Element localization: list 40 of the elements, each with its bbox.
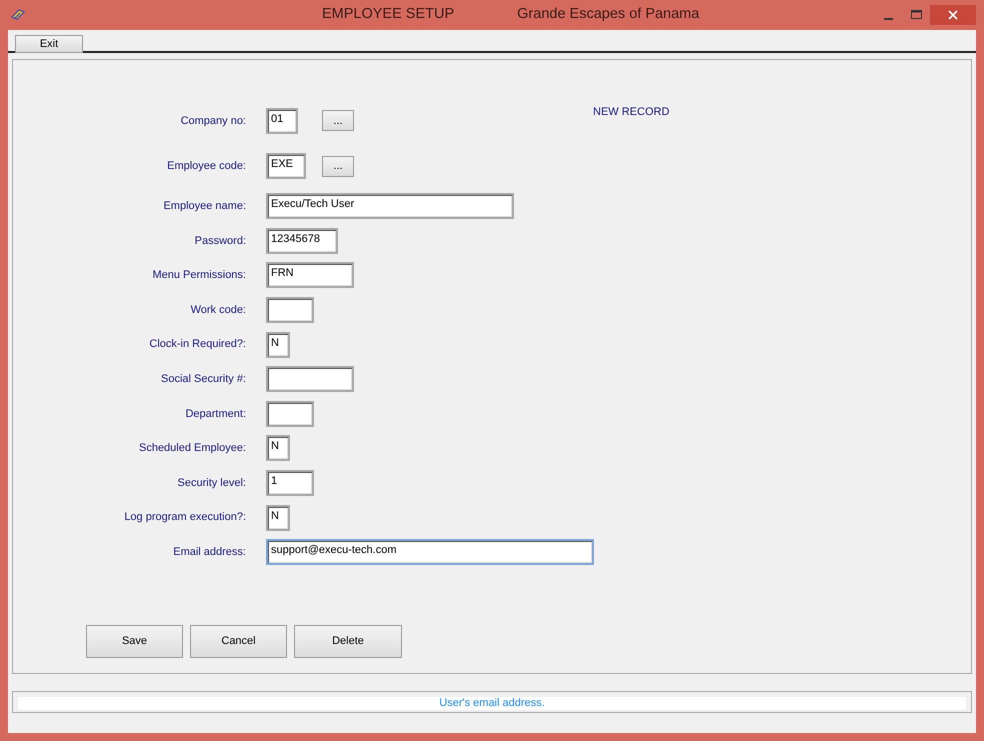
field-label: Department: <box>184 406 247 422</box>
record-status: NEW RECORD <box>593 105 670 120</box>
input-field[interactable] <box>266 366 354 392</box>
input-field[interactable] <box>266 297 314 324</box>
lookup-button[interactable]: ... <box>322 156 354 177</box>
input-field[interactable]: 01 <box>266 108 298 134</box>
input-field[interactable]: 1 <box>266 470 314 496</box>
minimize-icon <box>884 18 892 20</box>
field-label: Menu Permissions: <box>151 268 247 284</box>
field-label: Company no: <box>180 114 247 128</box>
input-field[interactable]: Execu/Tech User <box>266 193 514 220</box>
close-button[interactable] <box>930 5 976 25</box>
field-label: Log program execution?: <box>123 510 247 526</box>
field-label: Scheduled Employee: <box>138 441 247 456</box>
field-label: Employee name: <box>162 199 247 214</box>
field-label: Email address: <box>172 544 247 560</box>
delete-button[interactable]: Delete <box>294 624 402 658</box>
input-field[interactable]: N <box>266 332 290 358</box>
lookup-button[interactable]: ... <box>322 110 354 132</box>
input-field[interactable]: EXE <box>266 153 306 180</box>
maximize-icon <box>910 10 922 20</box>
field-label: Clock-in Required?: <box>148 337 247 352</box>
field-label: Password: <box>194 234 247 249</box>
company-name: Grande Escapes of Panama <box>517 5 700 24</box>
status-message: User's email address. <box>18 697 966 710</box>
cancel-button[interactable]: Cancel <box>190 624 287 658</box>
close-icon <box>948 10 958 20</box>
field-label: Employee code: <box>166 159 247 174</box>
field-label: Work code: <box>190 302 247 318</box>
window-title: EMPLOYEE SETUP <box>322 5 454 24</box>
field-label: Social Security #: <box>160 372 247 388</box>
exit-button[interactable]: Exit <box>15 35 83 53</box>
input-field[interactable]: N <box>266 435 290 462</box>
input-field[interactable]: support@execu-tech.com <box>266 539 594 566</box>
input-field[interactable]: FRN <box>266 262 354 288</box>
save-button[interactable]: Save <box>86 624 183 658</box>
field-label: Security level: <box>176 476 247 491</box>
input-field[interactable]: 12345678 <box>266 228 338 254</box>
input-field[interactable] <box>266 400 314 427</box>
input-field[interactable]: N <box>266 504 290 531</box>
